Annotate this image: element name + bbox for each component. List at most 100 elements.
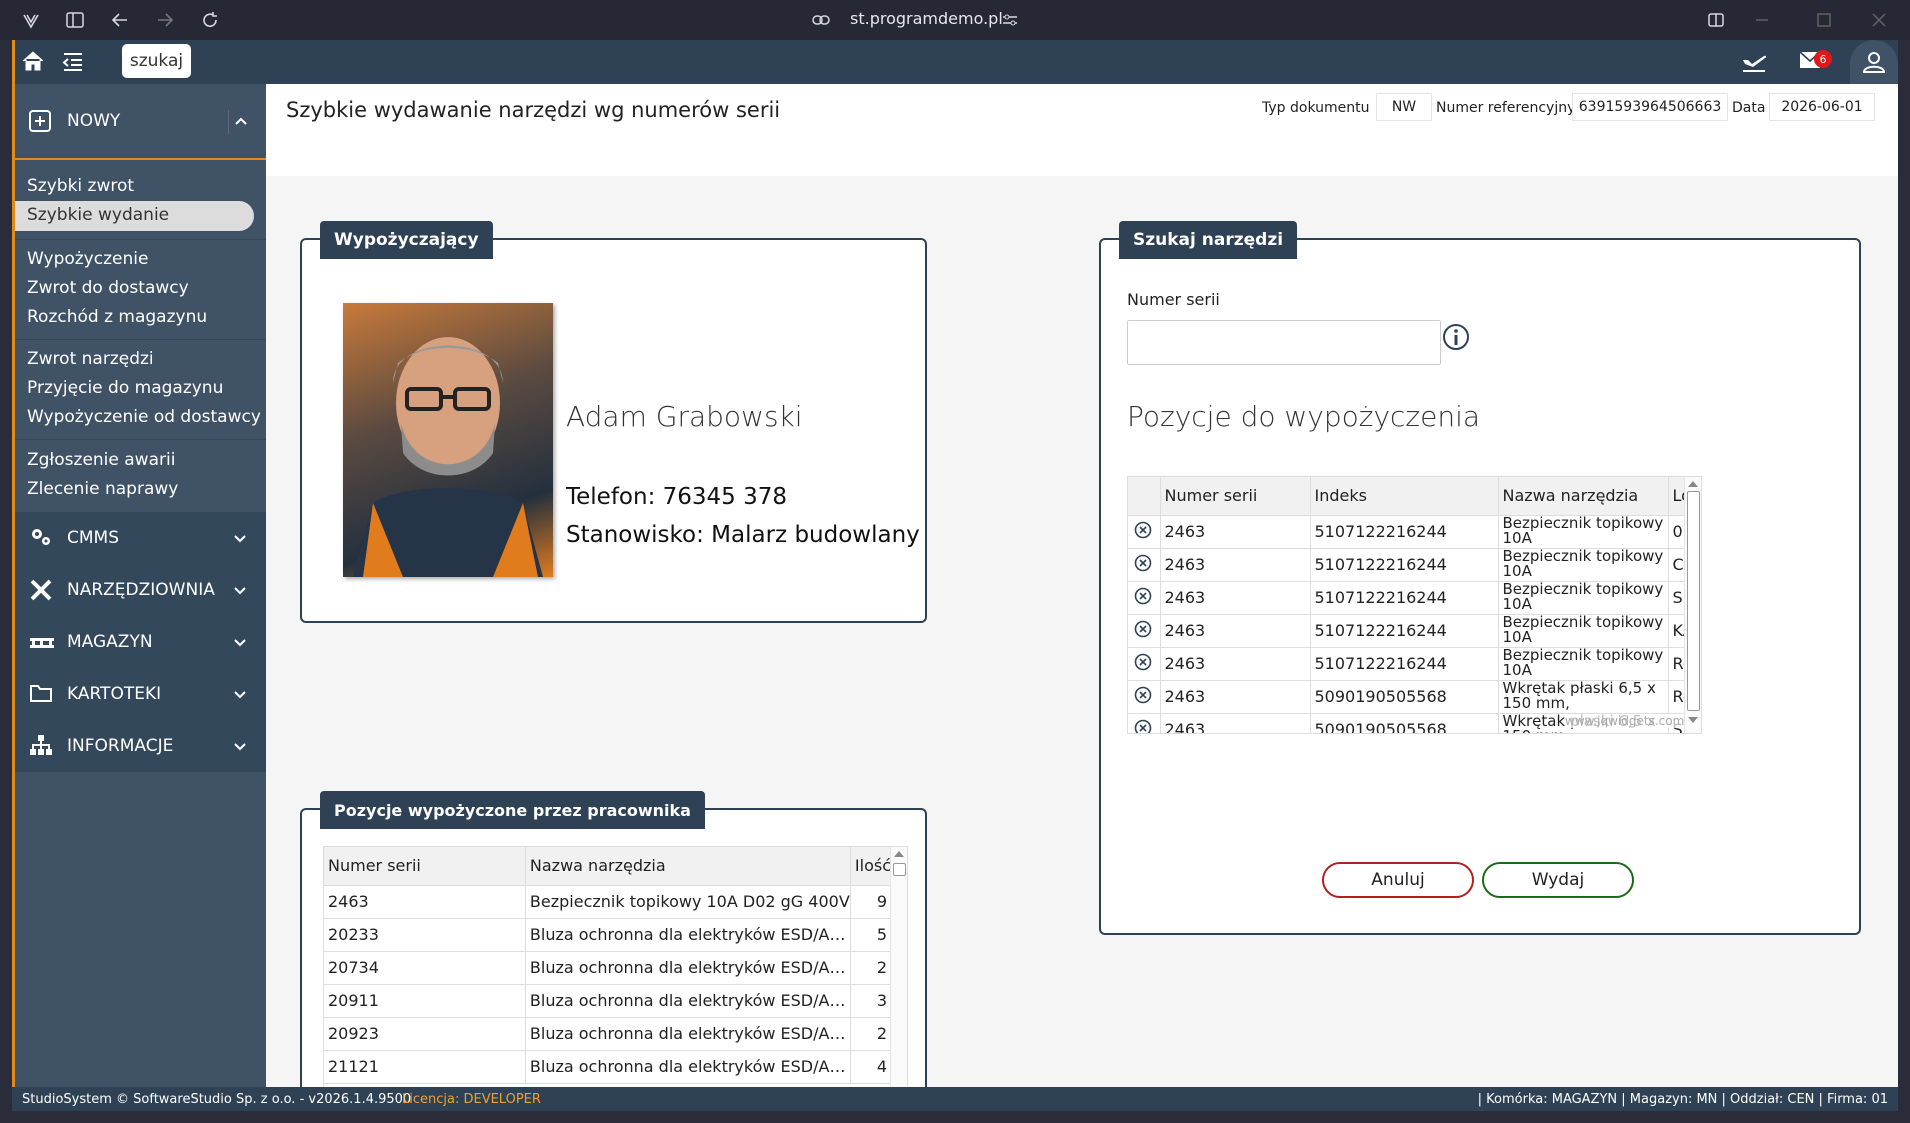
sidebar-section-kartoteki[interactable]: KARTOTEKI xyxy=(15,668,266,720)
back-icon[interactable] xyxy=(106,6,134,34)
address-bar[interactable]: st.programdemo.pl xyxy=(850,9,1003,28)
divider xyxy=(15,239,266,240)
sidebar-item-przyjecie[interactable]: Przyjęcie do magazynu xyxy=(27,378,223,398)
sidebar-section-informacje[interactable]: INFORMACJE xyxy=(15,720,266,772)
sidebar-item-zwrot-do-dostawcy[interactable]: Zwrot do dostawcy xyxy=(27,278,189,298)
sidebar-item-zlecenie-naprawy[interactable]: Zlecenie naprawy xyxy=(27,479,178,499)
forward-icon[interactable] xyxy=(151,6,179,34)
col-header-indeks[interactable]: Indeks xyxy=(1310,477,1499,516)
sidebar-section-nowy[interactable]: NOWY xyxy=(15,84,266,160)
sidebar-section-narzedziownia[interactable]: NARZĘDZIOWNIA xyxy=(15,564,266,616)
items-to-borrow-grid: Numer serii Indeks Nazwa narzędzia Lokal… xyxy=(1127,476,1702,734)
scroll-down-icon[interactable] xyxy=(1688,717,1698,723)
sidebar-toggle-icon[interactable] xyxy=(61,6,89,34)
table-row[interactable]: 2463 5107122216244 Bezpiecznik topikowy 10… xyxy=(1128,581,1701,615)
minimize-icon[interactable] xyxy=(1748,6,1776,34)
split-view-icon[interactable] xyxy=(1702,6,1730,34)
table-row[interactable]: 20734 Bluza ochronna dla elektryków ESD/A… xyxy=(324,951,893,985)
borrower-panel-tab: Wypożyczający xyxy=(320,221,493,259)
table-row[interactable]: 20923 Bluza ochronna dla elektryków ESD/A… xyxy=(324,1017,893,1051)
cell-index: 5107122216244 xyxy=(1310,647,1499,681)
sidebar-item-zwrot-narzedzi[interactable]: Zwrot narzędzi xyxy=(27,349,154,369)
serial-number-label: Numer serii xyxy=(1127,290,1220,309)
scrollbar[interactable] xyxy=(1684,477,1701,733)
col-header-numer-serii[interactable]: Numer serii xyxy=(324,847,526,886)
cell-index: 5107122216244 xyxy=(1310,581,1499,615)
cell-tool-name: Bluza ochronna dla elektryków ESD/ARC... xyxy=(525,1050,851,1084)
col-header-nazwa[interactable]: Nazwa narzędzia xyxy=(525,847,851,886)
date-field[interactable]: 2026-06-01 xyxy=(1769,93,1875,121)
col-header-ilosc[interactable]: Ilość xyxy=(850,847,893,886)
cancel-button[interactable]: Anuluj xyxy=(1322,862,1474,898)
cell-tool-name: Bluza ochronna dla elektryków ESD/ARC... xyxy=(525,984,851,1018)
cell-quantity: 9 xyxy=(850,885,893,919)
home-icon[interactable] xyxy=(21,50,45,76)
table-row[interactable]: 24635090190505568Wkrętak płaski 6,5 x 15… xyxy=(1128,680,1701,714)
divider xyxy=(15,439,266,440)
remove-row-icon[interactable] xyxy=(1128,647,1161,681)
table-row[interactable]: 2463 5107122216244 Bezpiecznik topikowy 10… xyxy=(1128,647,1701,681)
issue-button[interactable]: Wydaj xyxy=(1482,862,1634,898)
sidebar-section-cmms[interactable]: CMMS xyxy=(15,512,266,564)
remove-row-icon[interactable] xyxy=(1128,680,1161,714)
sidebar-section-magazyn[interactable]: MAGAZYN xyxy=(15,616,266,668)
table-row[interactable]: 20233 Bluza ochronna dla elektryków ESD/A… xyxy=(324,918,893,952)
menu-collapse-icon[interactable] xyxy=(62,51,84,75)
scroll-up-icon[interactable] xyxy=(1688,481,1698,487)
cell-quantity: 2 xyxy=(850,1017,893,1051)
scroll-thumb[interactable] xyxy=(892,863,906,876)
site-settings-icon[interactable] xyxy=(996,6,1024,34)
cell-serial: 2463 xyxy=(1160,614,1311,648)
reload-icon[interactable] xyxy=(196,6,224,34)
employee-phone: Telefon: 76345 378 xyxy=(566,484,788,510)
table-row[interactable]: 2463 5107122216244 Bezpiecznik topikowy 10… xyxy=(1128,548,1701,582)
browser-logo-icon[interactable] xyxy=(17,6,45,34)
chevron-up-icon[interactable] xyxy=(228,110,252,134)
scroll-up-icon[interactable] xyxy=(894,851,904,857)
remove-row-icon[interactable] xyxy=(1128,515,1161,549)
sidebar-item-rozchod[interactable]: Rozchód z magazynu xyxy=(27,307,207,327)
table-row[interactable]: 2463 Bezpiecznik topikowy 10A D02 gG 400V… xyxy=(324,885,893,919)
info-icon[interactable] xyxy=(1442,323,1470,355)
chevron-down-icon[interactable] xyxy=(228,682,252,706)
remove-row-icon[interactable] xyxy=(1128,548,1161,582)
doc-type-field[interactable]: NW xyxy=(1376,93,1432,121)
chevron-down-icon[interactable] xyxy=(228,526,252,550)
remove-row-icon[interactable] xyxy=(1128,614,1161,648)
sidebar-item-szybkie-wydanie[interactable]: Szybkie wydanie xyxy=(15,201,254,231)
cell-serial: 21121 xyxy=(324,1050,526,1084)
table-row[interactable]: 2463 5107122216244 Bezpiecznik topikowy 10… xyxy=(1128,515,1701,549)
scrollbar[interactable] xyxy=(890,847,907,1111)
col-header-nazwa[interactable]: Nazwa narzędzia xyxy=(1498,477,1669,516)
col-header-numer-serii[interactable]: Numer serii xyxy=(1160,477,1311,516)
remove-row-icon[interactable] xyxy=(1128,581,1161,615)
cell-tool-name: Bezpiecznik topikowy 10A xyxy=(1498,581,1669,615)
table-row[interactable]: 21121 Bluza ochronna dla elektryków ESD/A… xyxy=(324,1050,893,1084)
plane-icon[interactable] xyxy=(1740,48,1768,78)
close-icon[interactable] xyxy=(1865,6,1893,34)
sidebar: NOWY Szybki zwrot Szybkie wydanie Wypoży… xyxy=(15,84,266,1094)
user-avatar[interactable] xyxy=(1850,40,1898,84)
search-button[interactable]: szukaj xyxy=(122,44,191,78)
scroll-thumb[interactable] xyxy=(1686,491,1700,711)
sidebar-section-label: INFORMACJE xyxy=(67,735,174,756)
plus-square-icon xyxy=(29,110,53,134)
remove-row-icon[interactable] xyxy=(1128,713,1161,733)
hierarchy-icon xyxy=(29,734,53,758)
cell-serial: 2463 xyxy=(1160,680,1311,714)
chevron-down-icon[interactable] xyxy=(228,578,252,602)
table-row[interactable]: 2463 5107122216244 Bezpiecznik topikowy 10… xyxy=(1128,614,1701,648)
sidebar-item-wypozyczenie-od-dostawcy[interactable]: Wypożyczenie od dostawcy xyxy=(27,407,261,427)
table-row[interactable]: 20911 Bluza ochronna dla elektryków ESD/A… xyxy=(324,984,893,1018)
ref-number-field[interactable]: 6391593964506663 xyxy=(1572,93,1728,121)
employee-position: Stanowisko: Malarz budowlany xyxy=(566,522,920,548)
sidebar-item-wypozyczenie[interactable]: Wypożyczenie xyxy=(27,249,148,269)
chevron-down-icon[interactable] xyxy=(228,734,252,758)
sidebar-item-zgloszenie-awarii[interactable]: Zgłoszenie awarii xyxy=(27,450,175,470)
cell-quantity: 2 xyxy=(850,951,893,985)
sidebar-item-szybki-zwrot[interactable]: Szybki zwrot xyxy=(27,176,134,196)
serial-number-input[interactable] xyxy=(1127,320,1441,365)
link-icon xyxy=(807,6,835,34)
maximize-icon[interactable] xyxy=(1810,6,1838,34)
chevron-down-icon[interactable] xyxy=(228,630,252,654)
